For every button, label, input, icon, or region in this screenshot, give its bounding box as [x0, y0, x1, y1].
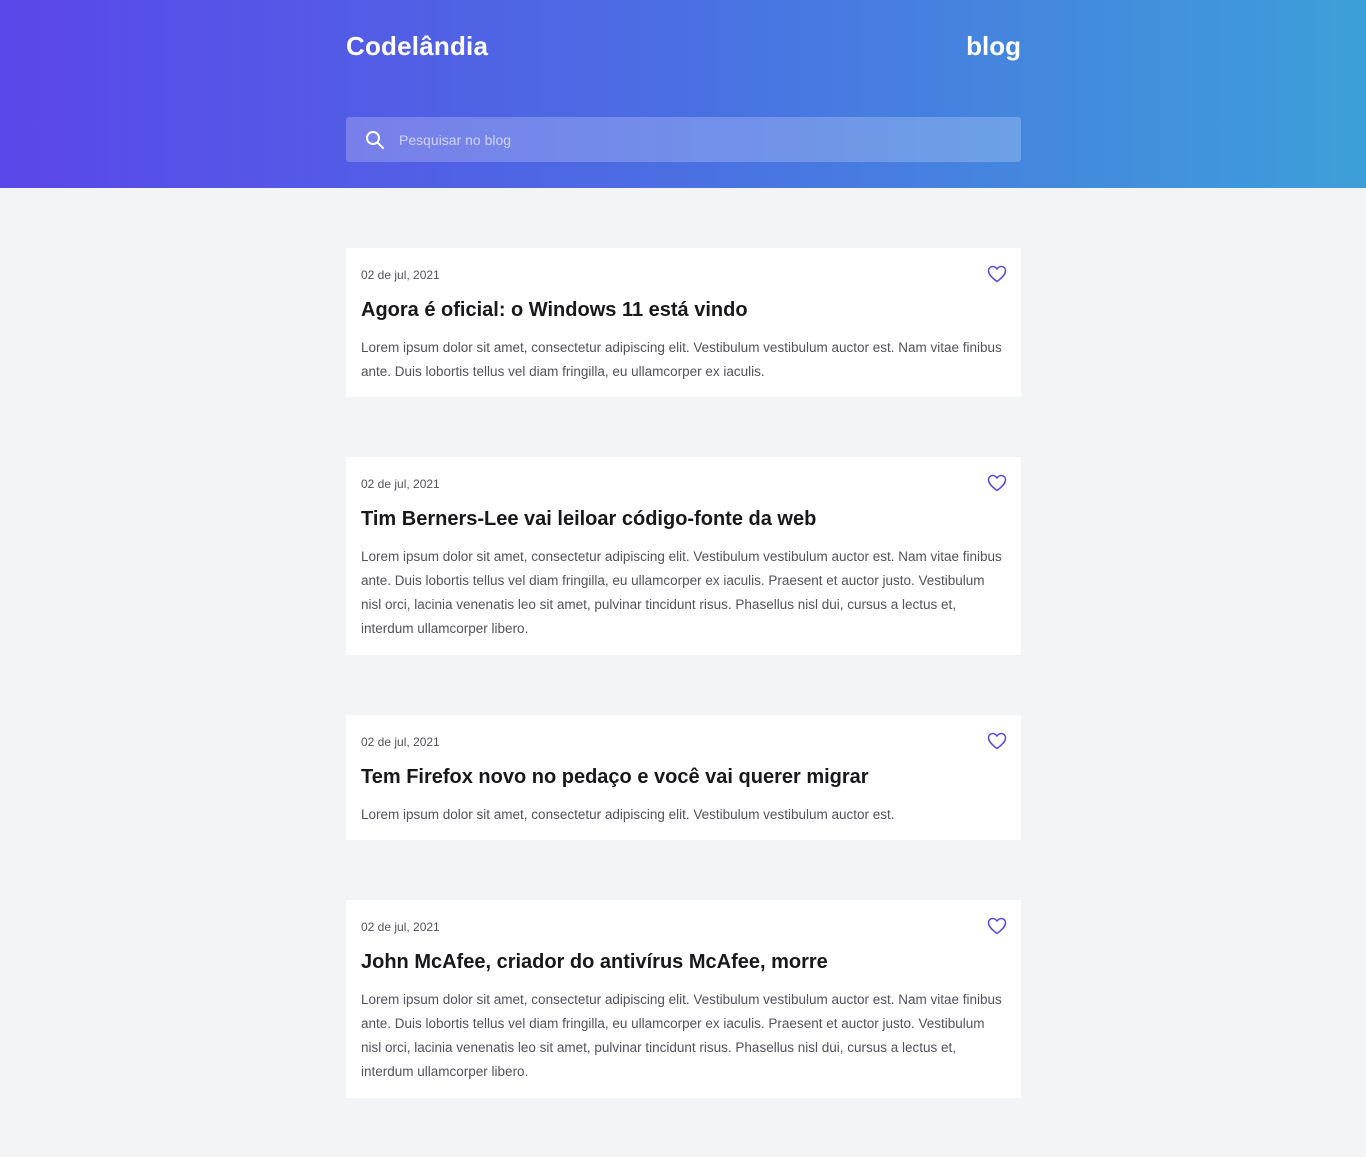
post-excerpt: Lorem ipsum dolor sit amet, consectetur … [361, 549, 1002, 636]
post-date: 02 de jul, 2021 [361, 735, 440, 749]
post-date: 02 de jul, 2021 [361, 477, 440, 491]
site-header: Codelândia blog [0, 0, 1366, 188]
heart-icon[interactable] [987, 917, 1007, 935]
post-card: 02 de jul, 2021 Tim Berners-Lee vai leil… [346, 457, 1021, 655]
heart-icon[interactable] [987, 474, 1007, 492]
post-title[interactable]: Tem Firefox novo no pedaço e você vai qu… [361, 766, 869, 789]
post-date: 02 de jul, 2021 [361, 268, 440, 282]
post-excerpt: Lorem ipsum dolor sit amet, consectetur … [361, 807, 895, 822]
post-title[interactable]: John McAfee, criador do antivírus McAfee… [361, 951, 828, 974]
post-card: 02 de jul, 2021 John McAfee, criador do … [346, 900, 1021, 1098]
post-card: 02 de jul, 2021 Tem Firefox novo no peda… [346, 715, 1021, 840]
search-bar[interactable] [346, 117, 1021, 162]
brand-logo[interactable]: Codelândia [346, 31, 488, 62]
section-title[interactable]: blog [966, 31, 1021, 62]
post-title[interactable]: Agora é oficial: o Windows 11 está vindo [361, 299, 748, 322]
post-excerpt: Lorem ipsum dolor sit amet, consectetur … [361, 992, 1002, 1079]
search-input[interactable] [399, 117, 999, 162]
search-icon[interactable] [365, 130, 385, 150]
post-card: 02 de jul, 2021 Agora é oficial: o Windo… [346, 248, 1021, 397]
post-excerpt: Lorem ipsum dolor sit amet, consectetur … [361, 340, 1002, 379]
heart-icon[interactable] [987, 265, 1007, 283]
post-date: 02 de jul, 2021 [361, 920, 440, 934]
heart-icon[interactable] [987, 732, 1007, 750]
post-title[interactable]: Tim Berners-Lee vai leiloar código-fonte… [361, 508, 816, 531]
header-container: Codelândia blog [346, 0, 1021, 188]
